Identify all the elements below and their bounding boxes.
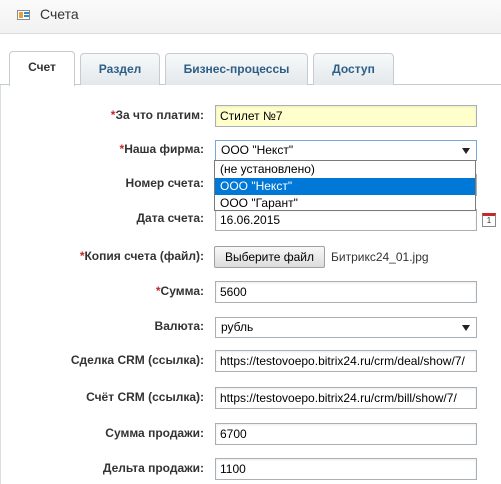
- calendar-icon[interactable]: 1: [482, 213, 496, 227]
- company-option[interactable]: ООО "Гарант": [215, 195, 475, 212]
- payment-for-label-text: За что платим:: [115, 108, 204, 122]
- invoice-copy-label-text: Копия счета (файл):: [84, 249, 204, 263]
- crm-bill-input[interactable]: https://testovoepo.bitrix24.ru/crm/bill/…: [215, 387, 477, 409]
- tab-business-processes[interactable]: Бизнес-процессы: [165, 53, 308, 85]
- tab-section[interactable]: Раздел: [80, 53, 160, 85]
- tab-invoice[interactable]: Счет: [9, 51, 75, 86]
- company-option-selected[interactable]: ООО "Некст": [215, 178, 475, 195]
- company-option[interactable]: (не установлено): [215, 161, 475, 178]
- sale-delta-input[interactable]: 1100: [215, 458, 477, 480]
- sale-amount-input[interactable]: 6700: [215, 423, 477, 445]
- choose-file-button[interactable]: Выберите файл: [214, 246, 325, 268]
- invoice-form: *За что платим: Стилет №7 *Наша фирма: О…: [0, 85, 501, 484]
- invoice-copy-label: *Копия счета (файл):: [80, 249, 204, 263]
- invoice-date-input[interactable]: 16.06.2015: [215, 209, 477, 231]
- file-name: Битрикс24_01.jpg: [331, 250, 429, 264]
- tab-access[interactable]: Доступ: [313, 53, 394, 85]
- currency-select-value: рубль: [221, 320, 254, 334]
- invoice-date-label: Дата счета:: [136, 211, 205, 225]
- sale-delta-label: Дельта продажи:: [102, 461, 204, 475]
- currency-select[interactable]: рубль: [215, 317, 477, 338]
- chevron-down-icon: [462, 325, 470, 331]
- sale-amount-label: Сумма продажи:: [105, 426, 204, 440]
- company-label: *Наша фирма:: [120, 142, 204, 156]
- chevron-down-icon: [462, 148, 470, 154]
- invoice-list-icon: [17, 10, 30, 20]
- amount-label: *Сумма:: [156, 284, 204, 298]
- payment-for-label: *За что платим:: [111, 108, 204, 122]
- amount-label-text: Сумма:: [160, 284, 204, 298]
- window-titlebar: Счета: [0, 0, 501, 34]
- crm-deal-input[interactable]: https://testovoepo.bitrix24.ru/crm/deal/…: [215, 350, 477, 372]
- payment-for-input[interactable]: Стилет №7: [215, 105, 477, 127]
- crm-bill-label: Счёт CRM (ссылка):: [86, 390, 204, 404]
- tab-bar: Счет Раздел Бизнес-процессы Доступ: [0, 48, 501, 86]
- invoice-number-label: Номер счета:: [125, 176, 204, 190]
- window-title: Счета: [40, 6, 79, 22]
- amount-input[interactable]: 5600: [215, 281, 477, 303]
- crm-deal-label: Сделка CRM (ссылка):: [70, 353, 204, 367]
- company-select[interactable]: ООО "Некст": [215, 140, 477, 161]
- company-dropdown-list: (не установлено) ООО "Некст" ООО "Гарант…: [214, 160, 476, 211]
- company-label-text: Наша фирма:: [124, 142, 204, 156]
- currency-label: Валюта:: [154, 319, 204, 333]
- company-select-value: ООО "Некст": [221, 143, 294, 157]
